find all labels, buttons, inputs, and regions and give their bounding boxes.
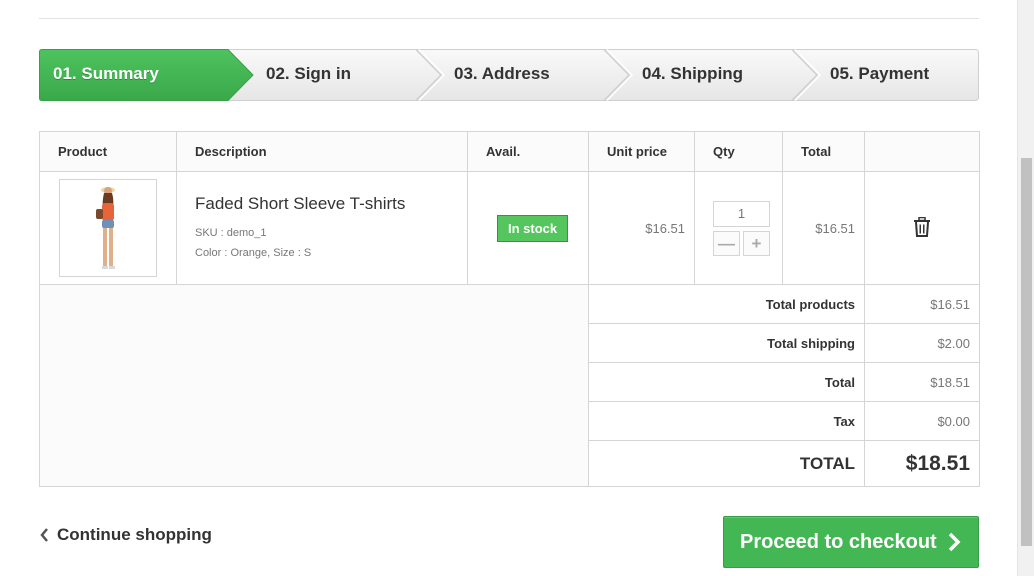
grand-total-label: TOTAL	[588, 440, 865, 487]
step-sign-in[interactable]: 02. Sign in	[266, 49, 351, 101]
scrollbar-thumb[interactable]	[1021, 158, 1032, 546]
product-description-cell: Faded Short Sleeve T-shirts SKU : demo_1…	[176, 171, 468, 285]
table-row: Faded Short Sleeve T-shirts SKU : demo_1…	[39, 171, 980, 285]
plus-icon: +	[751, 233, 762, 253]
product-attributes[interactable]: Color : Orange, Size : S	[195, 243, 467, 263]
table-header-row: Product Description Avail. Unit price Qt…	[39, 131, 980, 172]
availability-cell: In stock	[467, 171, 589, 285]
product-image-cell	[39, 171, 177, 285]
minus-icon: —	[718, 233, 735, 253]
grand-total-value: $18.51	[864, 440, 980, 487]
unit-price: $16.51	[588, 171, 695, 285]
cart-table: Product Description Avail. Unit price Qt…	[39, 131, 980, 487]
total-products-value: $16.51	[864, 284, 980, 324]
product-photo	[96, 187, 115, 269]
quantity-stepper: — +	[713, 230, 782, 256]
summary-spacer	[39, 284, 589, 487]
quantity-decrease-button[interactable]: —	[713, 230, 740, 256]
top-divider	[39, 18, 979, 19]
quantity-input[interactable]: 1	[713, 200, 770, 227]
qty-cell: 1 — +	[694, 171, 783, 285]
total-label: Total	[588, 362, 865, 402]
header-delete	[864, 131, 980, 172]
delete-cell	[864, 171, 980, 285]
proceed-to-checkout-button[interactable]: Proceed to checkout	[723, 516, 979, 568]
tax-value: $0.00	[864, 401, 980, 441]
product-thumbnail[interactable]	[59, 179, 157, 277]
summary-row-products: Total products $16.51	[39, 284, 980, 487]
continue-shopping-label: Continue shopping	[57, 525, 212, 544]
continue-shopping-link[interactable]: Continue shopping	[39, 525, 212, 545]
checkout-label: Proceed to checkout	[740, 530, 937, 553]
status-badge: In stock	[497, 214, 569, 242]
total-value: $18.51	[864, 362, 980, 402]
header-unit-price: Unit price	[588, 131, 695, 172]
product-name[interactable]: Faded Short Sleeve T-shirts	[195, 194, 467, 214]
header-total: Total	[782, 131, 865, 172]
step-shipping[interactable]: 04. Shipping	[642, 49, 743, 101]
header-description: Description	[176, 131, 468, 172]
step-address[interactable]: 03. Address	[454, 49, 550, 101]
total-shipping-value: $2.00	[864, 323, 980, 363]
header-product: Product	[39, 131, 177, 172]
page-scrollbar[interactable]	[1017, 0, 1034, 576]
line-total: $16.51	[782, 171, 865, 285]
total-products-label: Total products	[588, 284, 865, 324]
tax-label: Tax	[588, 401, 865, 441]
step-summary[interactable]: 01. Summary	[53, 49, 159, 101]
checkout-steps: 01. Summary 02. Sign in 03. Address 04. …	[39, 49, 979, 101]
trash-icon[interactable]	[913, 216, 931, 240]
product-sku: SKU : demo_1	[195, 226, 267, 239]
total-shipping-label: Total shipping	[588, 323, 865, 363]
quantity-increase-button[interactable]: +	[743, 230, 770, 256]
chevron-right-icon	[948, 532, 961, 552]
header-availability: Avail.	[467, 131, 589, 172]
header-qty: Qty	[694, 131, 783, 172]
step-payment[interactable]: 05. Payment	[830, 49, 929, 101]
chevron-left-icon	[40, 528, 48, 542]
